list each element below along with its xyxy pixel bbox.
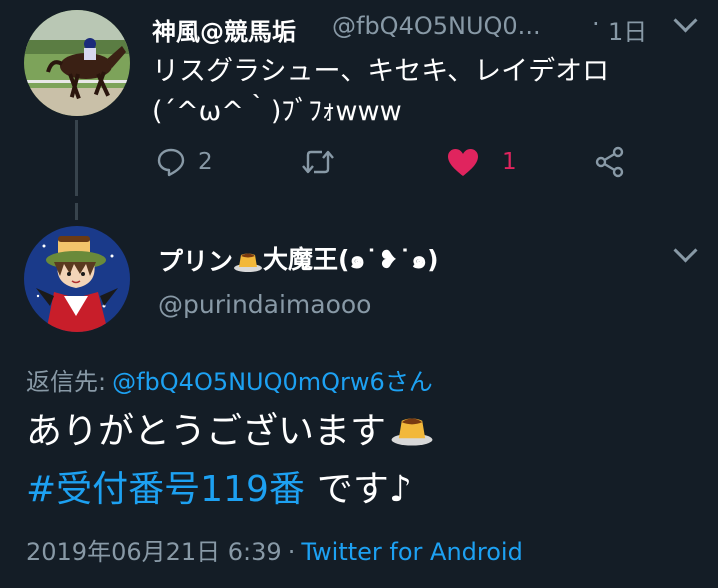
like-count: 1 <box>502 149 517 175</box>
anime-character-avatar-image <box>24 226 130 332</box>
tweet-text-line: #受付番号119番 です♪ <box>26 460 412 512</box>
tweet-meta: 2019年06月21日 6:39 · Twitter for Android <box>26 532 523 567</box>
user-handle[interactable]: @fbQ4O5NUQ0... <box>332 12 541 40</box>
reply-to-label: 返信先: <box>26 368 107 396</box>
tweet-text-line: (´^ω^｀)ﾌﾞﾌｫwww <box>152 96 402 127</box>
display-name-text: プリン <box>158 247 234 276</box>
share-button[interactable] <box>594 146 626 178</box>
heart-icon <box>448 149 478 176</box>
separator-dot: · <box>592 10 600 38</box>
display-name-suffix: 大魔王(๑˙❥˙๑) <box>263 245 439 274</box>
avatar[interactable] <box>24 10 130 116</box>
reply-to-line: 返信先: @fbQ4O5NUQ0mQrw6さん <box>26 362 433 397</box>
hashtag-link[interactable]: #受付番号119番 <box>26 469 305 510</box>
tweet-text-rest: です♪ <box>316 469 412 510</box>
retweet-button[interactable] <box>300 146 348 178</box>
separator-dot: · <box>287 538 296 566</box>
tweet-time[interactable]: 1日 <box>608 12 647 47</box>
tweet-text: リスグラシュー、キセキ、レイデオロ (´^ω^｀)ﾌﾞﾌｫwww <box>152 52 609 132</box>
reply-to-mention-link[interactable]: @fbQ4O5NUQ0mQrw6さん <box>112 368 433 396</box>
reply-button[interactable]: 2 <box>156 146 213 178</box>
tweet-timestamp[interactable]: 2019年06月21日 6:39 <box>26 538 282 566</box>
tweet-text: ありがとうございます <box>26 402 434 454</box>
display-name[interactable]: プリン 大魔王(๑˙❥˙๑) <box>158 240 439 280</box>
chevron-down-icon[interactable] <box>673 238 698 263</box>
client-link[interactable]: Twitter for Android <box>301 538 522 566</box>
thread-connector-line <box>75 203 78 220</box>
thread-connector-line <box>75 120 78 196</box>
conversation-view: 神風@競馬垢 @fbQ4O5NUQ0... · 1日 リスグラシュー、キセキ、レ… <box>0 0 718 588</box>
pudding-emoji-icon <box>391 418 433 446</box>
racehorse-avatar-image <box>24 10 130 116</box>
tweet-text-line: ありがとうございます <box>26 411 387 452</box>
like-button[interactable]: 1 <box>446 146 517 178</box>
share-icon <box>595 146 624 178</box>
retweet-icon <box>302 150 334 174</box>
user-handle[interactable]: @purindaimaooo <box>158 290 371 319</box>
avatar[interactable] <box>24 226 130 332</box>
reply-count: 2 <box>198 149 213 175</box>
chevron-down-icon[interactable] <box>673 8 698 33</box>
tweet-text-line: リスグラシュー、キセキ、レイデオロ <box>152 56 610 87</box>
pudding-emoji-icon <box>234 253 263 272</box>
display-name[interactable]: 神風@競馬垢 <box>152 12 296 47</box>
reply-icon <box>157 148 185 177</box>
